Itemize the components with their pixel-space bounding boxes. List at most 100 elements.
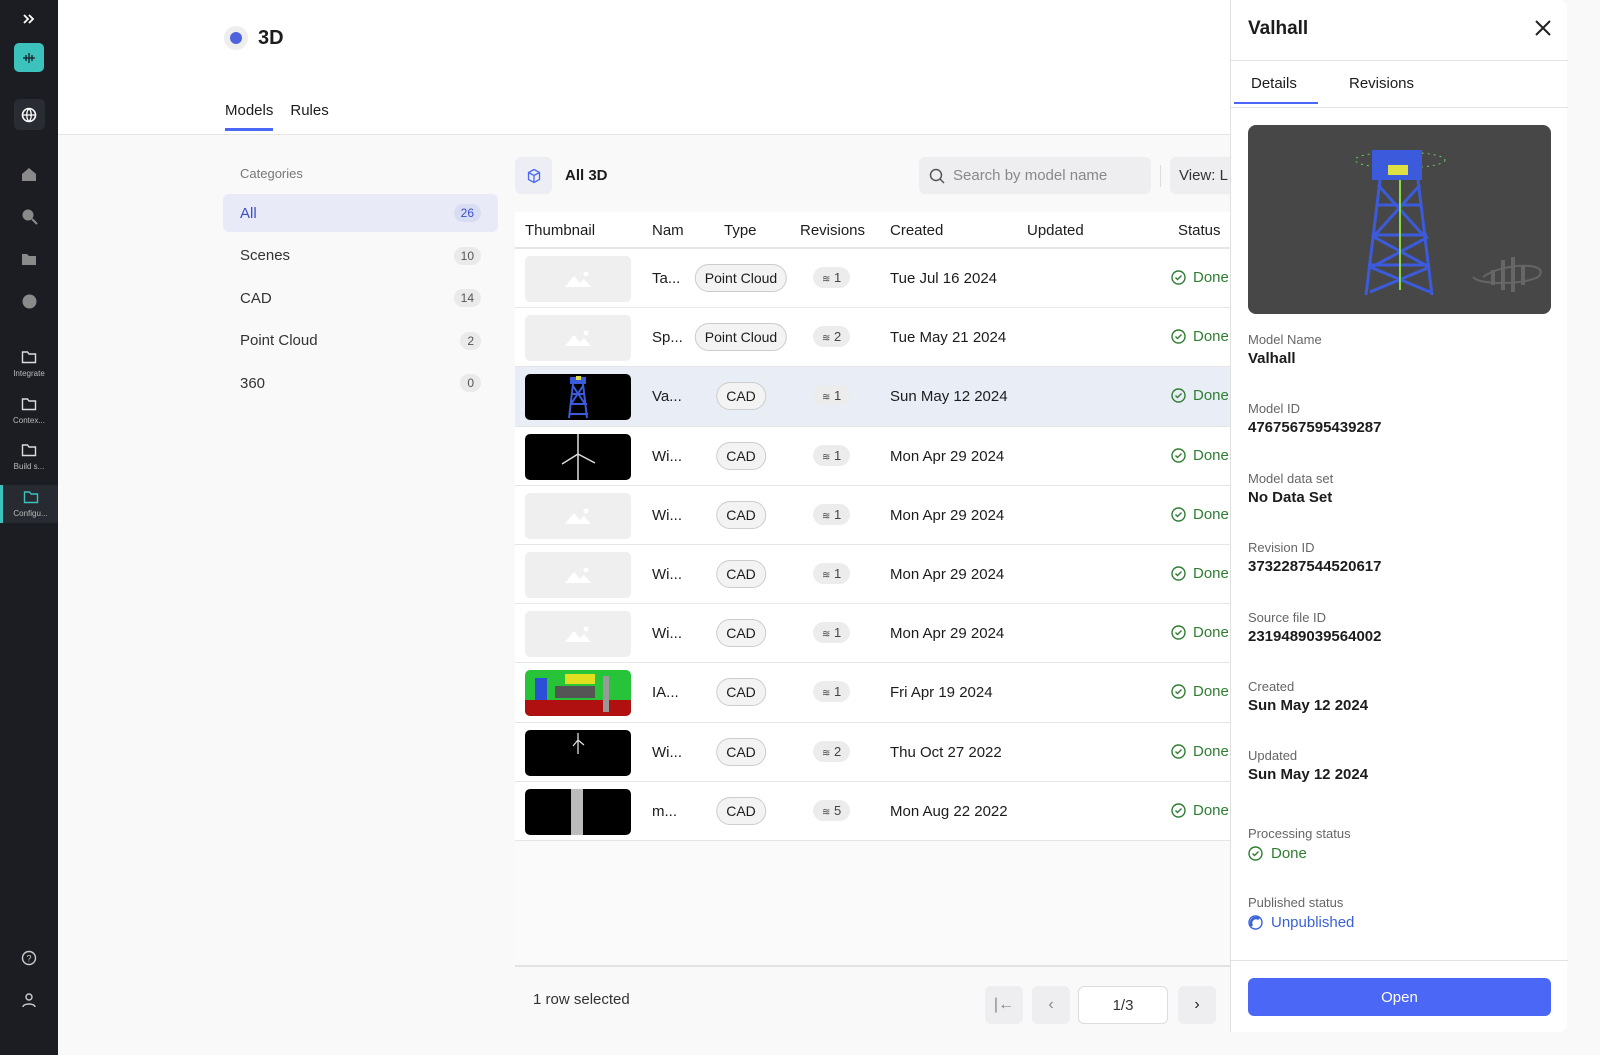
- open-button[interactable]: Open: [1248, 978, 1551, 1016]
- column-header-thumbnail[interactable]: Thumbnail: [525, 222, 595, 239]
- published-status: Published status Unpublished: [1248, 895, 1354, 931]
- search-input[interactable]: Search by model name: [919, 157, 1151, 194]
- cube-icon[interactable]: [0, 293, 58, 310]
- model-name[interactable]: Wi...: [652, 448, 682, 465]
- category-all[interactable]: All 26: [223, 194, 498, 232]
- field-label: Revision ID: [1248, 540, 1315, 556]
- home-icon[interactable]: [0, 166, 58, 182]
- tab-rules[interactable]: Rules: [290, 102, 328, 131]
- column-header-status[interactable]: Status: [1178, 222, 1221, 239]
- table-row[interactable]: Sp... Point Cloud ≋ 2 Tue May 21 2024 Done: [515, 308, 1230, 368]
- column-header-type[interactable]: Type: [724, 222, 757, 239]
- category-label: CAD: [240, 289, 272, 307]
- sidebar-item-label: Contex...: [12, 416, 45, 425]
- created-date: Tue May 21 2024: [890, 329, 1007, 347]
- tab-details[interactable]: Details: [1251, 75, 1297, 92]
- status-text: Done: [1193, 742, 1229, 760]
- layers-icon: ≋: [822, 333, 831, 345]
- model-thumbnail: [525, 611, 631, 658]
- search-icon[interactable]: [0, 208, 58, 225]
- revisions-badge: ≋ 1: [813, 385, 851, 407]
- model-name[interactable]: Wi...: [652, 744, 682, 761]
- model-preview: [1248, 125, 1551, 314]
- table-row[interactable]: Wi... CAD ≋ 1 Mon Apr 29 2024 Done: [515, 485, 1230, 545]
- table-row[interactable]: m... CAD ≋ 5 Mon Aug 22 2022 Done: [515, 781, 1230, 841]
- field-label: Source file ID: [1248, 609, 1327, 625]
- category-count: 10: [453, 246, 481, 265]
- layers-icon: ≋: [822, 747, 831, 759]
- table-row[interactable]: IA... CAD ≋ 1 Fri Apr 19 2024 Done: [515, 663, 1230, 723]
- layers-icon: ≋: [822, 274, 831, 285]
- table-row[interactable]: Wi... CAD ≋ 2 Thu Oct 27 2022 Done: [515, 722, 1230, 782]
- type-badge: CAD: [716, 678, 766, 707]
- globe-icon[interactable]: [0, 99, 58, 130]
- app-logo[interactable]: [0, 43, 58, 72]
- model-name[interactable]: Va...: [652, 388, 682, 405]
- category-360[interactable]: 360 0: [223, 364, 498, 402]
- table-header: Thumbnail Nam Type Revisions Created Updated S…: [515, 212, 1230, 249]
- tab-models[interactable]: Models: [225, 102, 274, 131]
- sidebar-item-configure[interactable]: Configu...: [0, 485, 58, 523]
- category-point-cloud[interactable]: Point Cloud 2: [223, 322, 498, 360]
- model-name[interactable]: Ta...: [652, 270, 680, 287]
- field-value: Sun May 12 2024: [1248, 766, 1369, 784]
- table-row[interactable]: Ta... Point Cloud ≋ 1 Tue Jul 16 2024 Done: [515, 249, 1230, 309]
- column-header-updated[interactable]: Updated: [1027, 222, 1084, 239]
- model-thumbnail: [525, 670, 631, 717]
- prev-page-button[interactable]: ‹: [1032, 986, 1070, 1024]
- help-icon[interactable]: ?: [0, 950, 58, 966]
- layers-icon: ≋: [822, 629, 831, 641]
- status-text: Done: [1193, 446, 1229, 464]
- created-date: Fri Apr 19 2024: [890, 684, 993, 702]
- category-cad[interactable]: CAD 14: [223, 279, 498, 317]
- model-name[interactable]: IA...: [652, 684, 679, 701]
- folder-icon: [23, 491, 38, 504]
- model-name[interactable]: Wi...: [652, 507, 682, 524]
- folder-open-icon[interactable]: [0, 252, 58, 266]
- created-date: Mon Apr 29 2024: [890, 565, 1005, 583]
- selection-count: 1 row selected: [533, 991, 630, 1008]
- field-revision-id: Revision ID 3732287544520617: [1248, 540, 1381, 575]
- page-input[interactable]: 1/3: [1078, 986, 1168, 1024]
- sidebar-item-build[interactable]: Build s...: [0, 443, 58, 471]
- model-thumbnail: [525, 729, 631, 776]
- sidebar-item-integrate[interactable]: Integrate: [0, 350, 58, 378]
- tab-revisions[interactable]: Revisions: [1349, 75, 1414, 92]
- column-header-nam[interactable]: Nam: [652, 222, 684, 239]
- table-row[interactable]: Wi... CAD ≋ 1 Mon Apr 29 2024 Done: [515, 604, 1230, 664]
- table-row[interactable]: Wi... CAD ≋ 1 Mon Apr 29 2024 Done: [515, 544, 1230, 605]
- page-title: 3D: [258, 26, 284, 49]
- sidebar-item-contextualize[interactable]: Contex...: [0, 397, 58, 425]
- check-circle-icon: [1171, 566, 1186, 581]
- category-count: 26: [453, 204, 481, 222]
- next-page-button[interactable]: ›: [1178, 986, 1216, 1024]
- layers-icon: ≋: [822, 451, 831, 463]
- layers-icon: ≋: [822, 392, 831, 404]
- model-name[interactable]: Sp...: [652, 329, 683, 346]
- category-scenes[interactable]: Scenes 10: [223, 237, 498, 275]
- created-date: Mon Apr 29 2024: [890, 625, 1005, 643]
- model-name[interactable]: m...: [652, 803, 677, 820]
- table-row[interactable]: Va... CAD ≋ 1 Sun May 12 2024 Done: [515, 367, 1230, 427]
- type-badge: CAD: [716, 500, 766, 529]
- field-value: Sun May 12 2024: [1248, 697, 1369, 714]
- column-header-created[interactable]: Created: [890, 222, 943, 239]
- first-page-button[interactable]: |←: [985, 986, 1023, 1024]
- revisions-badge: ≋ 1: [813, 503, 851, 525]
- column-header-revisions[interactable]: Revisions: [800, 222, 865, 239]
- status-text: Done: [1193, 801, 1229, 819]
- expand-icon[interactable]: [0, 12, 58, 26]
- close-icon[interactable]: [1533, 18, 1553, 43]
- category-label: 360: [240, 374, 266, 392]
- model-name[interactable]: Wi...: [652, 625, 682, 642]
- model-name[interactable]: Wi...: [652, 566, 682, 583]
- type-badge: CAD: [716, 796, 766, 825]
- field-value: Valhall: [1248, 350, 1296, 367]
- check-circle-icon: [1171, 388, 1186, 404]
- model-thumbnail: [525, 788, 631, 835]
- user-icon[interactable]: [0, 992, 58, 1008]
- table-row[interactable]: Wi... CAD ≋ 1 Mon Apr 29 2024 Done: [515, 426, 1230, 486]
- check-circle-icon: [1171, 329, 1186, 344]
- field-label: Model Name: [1248, 332, 1322, 347]
- status-badge: Done: [1171, 743, 1229, 760]
